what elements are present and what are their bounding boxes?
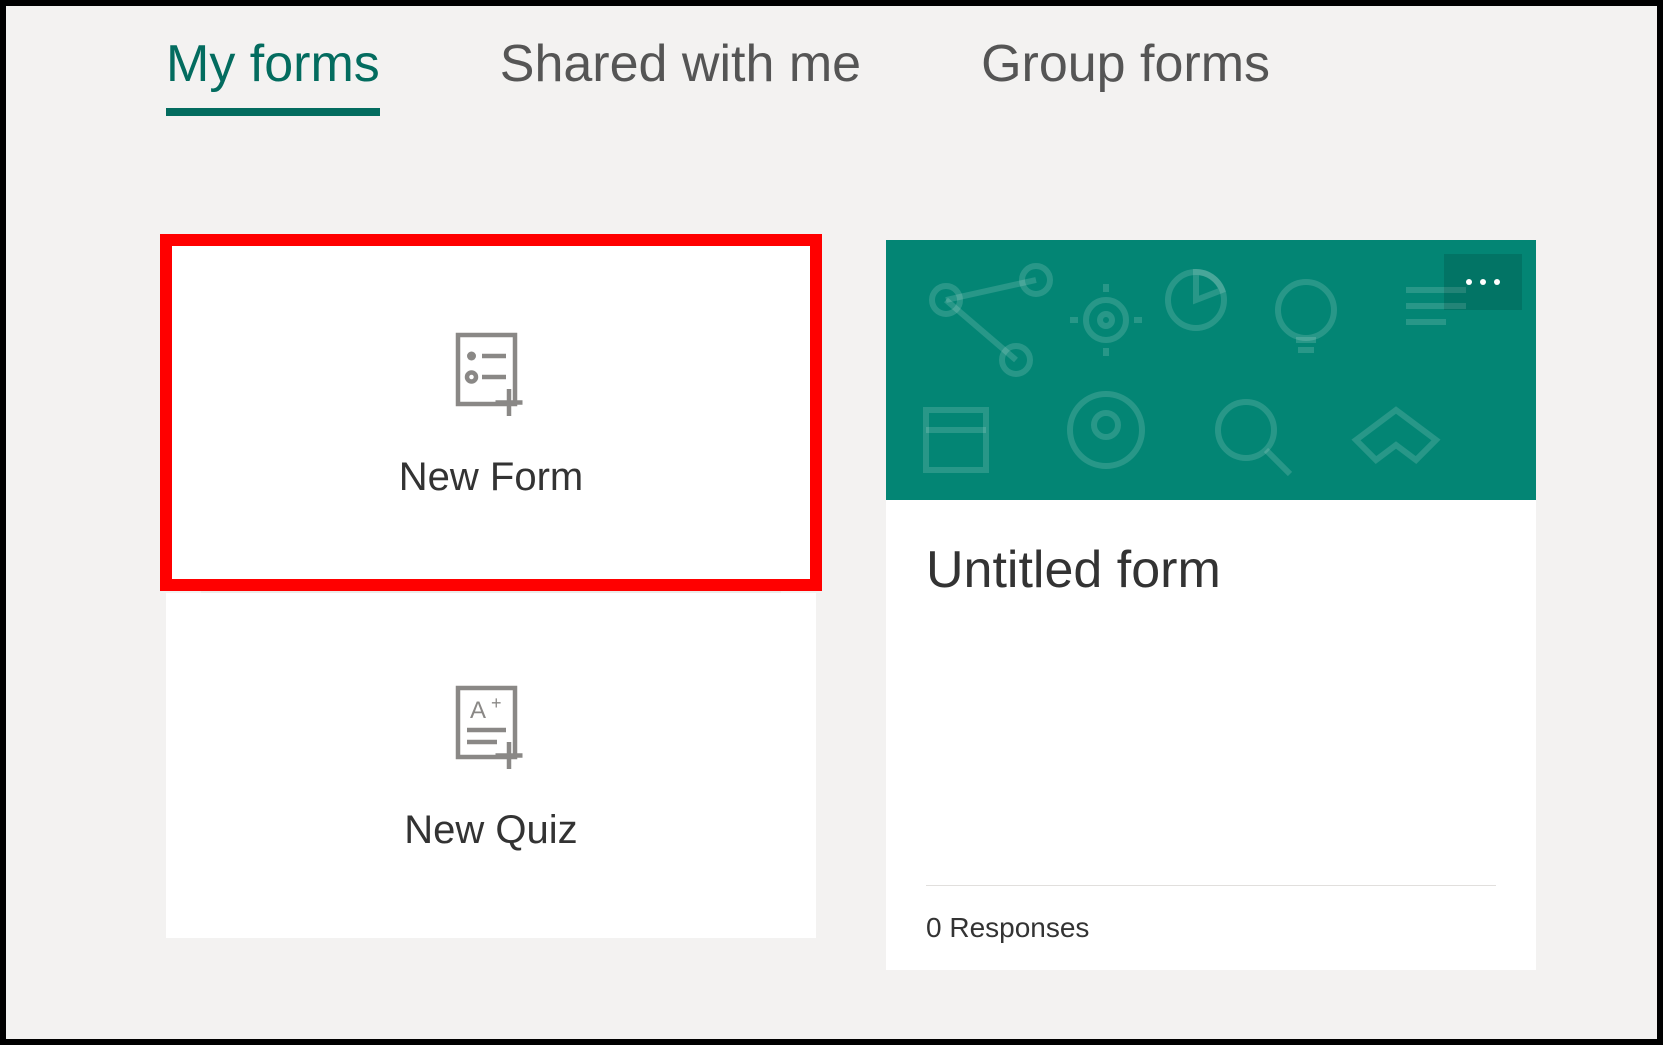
- svg-text:+: +: [491, 693, 502, 713]
- new-quiz-label: New Quiz: [404, 808, 577, 853]
- more-icon: [1466, 279, 1472, 285]
- quiz-add-icon: A +: [443, 679, 539, 780]
- form-tile[interactable]: Untitled form 0 Responses: [886, 240, 1536, 970]
- new-form-button[interactable]: New Form: [166, 240, 816, 585]
- form-tile-title: Untitled form: [926, 540, 1496, 600]
- form-tile-responses: 0 Responses: [926, 885, 1496, 970]
- tabs-nav: My forms Shared with me Group forms: [166, 6, 1497, 110]
- tab-group-forms[interactable]: Group forms: [981, 16, 1270, 110]
- form-add-icon: [443, 326, 539, 427]
- new-quiz-button[interactable]: A + New Quiz: [166, 593, 816, 938]
- create-column: New Form A +: [166, 240, 816, 938]
- forms-column: Untitled form 0 Responses: [886, 240, 1536, 970]
- svg-text:A: A: [470, 697, 486, 724]
- tab-my-forms[interactable]: My forms: [166, 16, 380, 110]
- form-tile-header: [886, 240, 1536, 500]
- tab-shared-with-me[interactable]: Shared with me: [500, 16, 861, 110]
- new-form-label: New Form: [399, 455, 583, 500]
- divider: [201, 585, 781, 593]
- form-tile-header-art: [886, 240, 1536, 500]
- form-tile-more-button[interactable]: [1444, 254, 1522, 310]
- form-tile-body: Untitled form 0 Responses: [886, 500, 1536, 970]
- app-frame: My forms Shared with me Group forms: [0, 0, 1663, 1045]
